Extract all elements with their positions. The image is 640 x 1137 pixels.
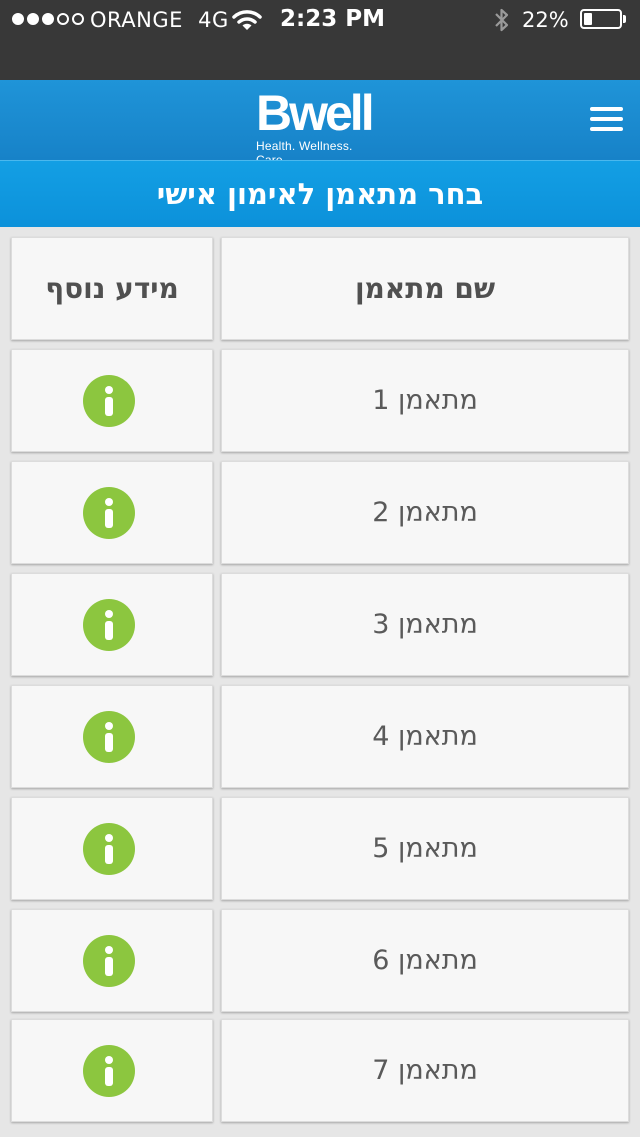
trainee-name-cell[interactable]: מתאמן 2 (221, 461, 629, 564)
trainee-info-cell (11, 573, 213, 676)
info-icon[interactable] (83, 487, 135, 539)
trainee-info-cell (11, 461, 213, 564)
info-icon[interactable] (83, 1045, 135, 1097)
bluetooth-icon (495, 8, 509, 32)
status-bar: ORANGE 4G 2:23 PM 22% (0, 0, 640, 80)
trainee-name-cell[interactable]: מתאמן 7 (221, 1019, 629, 1122)
signal-dot (57, 13, 69, 25)
logo-wordmark: Bwell (256, 85, 375, 141)
column-header-info-label: מידע נוסף (45, 272, 179, 305)
trainee-name-cell[interactable]: מתאמן 4 (221, 685, 629, 788)
title-bar: בחר מתאמן לאימון אישי (0, 160, 640, 227)
battery-tip (623, 15, 626, 23)
trainee-info-cell (11, 909, 213, 1012)
clock: 2:23 PM (280, 6, 385, 32)
trainee-name: מתאמן 3 (372, 609, 478, 640)
info-icon[interactable] (83, 375, 135, 427)
info-icon[interactable] (83, 935, 135, 987)
trainee-info-cell (11, 685, 213, 788)
trainee-info-cell (11, 1019, 213, 1122)
trainee-name-cell[interactable]: מתאמן 5 (221, 797, 629, 900)
carrier-name: ORANGE (90, 8, 183, 32)
status-row: ORANGE 4G 2:23 PM 22% (0, 0, 640, 40)
trainee-name: מתאמן 7 (372, 1055, 478, 1086)
battery-level (584, 13, 592, 25)
signal-dot (27, 13, 39, 25)
trainee-name: מתאמן 5 (372, 833, 478, 864)
trainee-name-cell[interactable]: מתאמן 3 (221, 573, 629, 676)
trainee-name: מתאמן 2 (372, 497, 478, 528)
menu-line (590, 117, 623, 121)
info-icon[interactable] (83, 711, 135, 763)
trainee-name: מתאמן 1 (372, 385, 478, 416)
signal-strength-icon (12, 13, 84, 25)
info-icon[interactable] (83, 823, 135, 875)
info-icon[interactable] (83, 599, 135, 651)
signal-dot (12, 13, 24, 25)
trainee-name: מתאמן 6 (372, 945, 478, 976)
battery-percentage: 22% (522, 8, 569, 32)
trainee-info-cell (11, 797, 213, 900)
hamburger-menu-icon[interactable] (590, 107, 623, 131)
app-header: Bwell Health. Wellness. Care. (0, 80, 640, 167)
trainee-name-cell[interactable]: מתאמן 6 (221, 909, 629, 1012)
network-type: 4G (198, 8, 229, 32)
menu-line (590, 127, 623, 131)
signal-dot (72, 13, 84, 25)
page-title: בחר מתאמן לאימון אישי (156, 177, 484, 211)
trainee-info-cell (11, 349, 213, 452)
battery-icon (580, 9, 622, 29)
column-header-info: מידע נוסף (11, 237, 213, 340)
carrier-info: ORANGE 4G (90, 8, 229, 32)
column-header-name: שם מתאמן (221, 237, 629, 340)
trainee-name: מתאמן 4 (372, 721, 478, 752)
signal-dot (42, 13, 54, 25)
menu-line (590, 107, 623, 111)
column-header-name-label: שם מתאמן (354, 272, 496, 305)
bwell-logo[interactable]: Bwell Health. Wellness. Care. (256, 88, 386, 167)
trainee-name-cell[interactable]: מתאמן 1 (221, 349, 629, 452)
wifi-icon (232, 10, 262, 30)
